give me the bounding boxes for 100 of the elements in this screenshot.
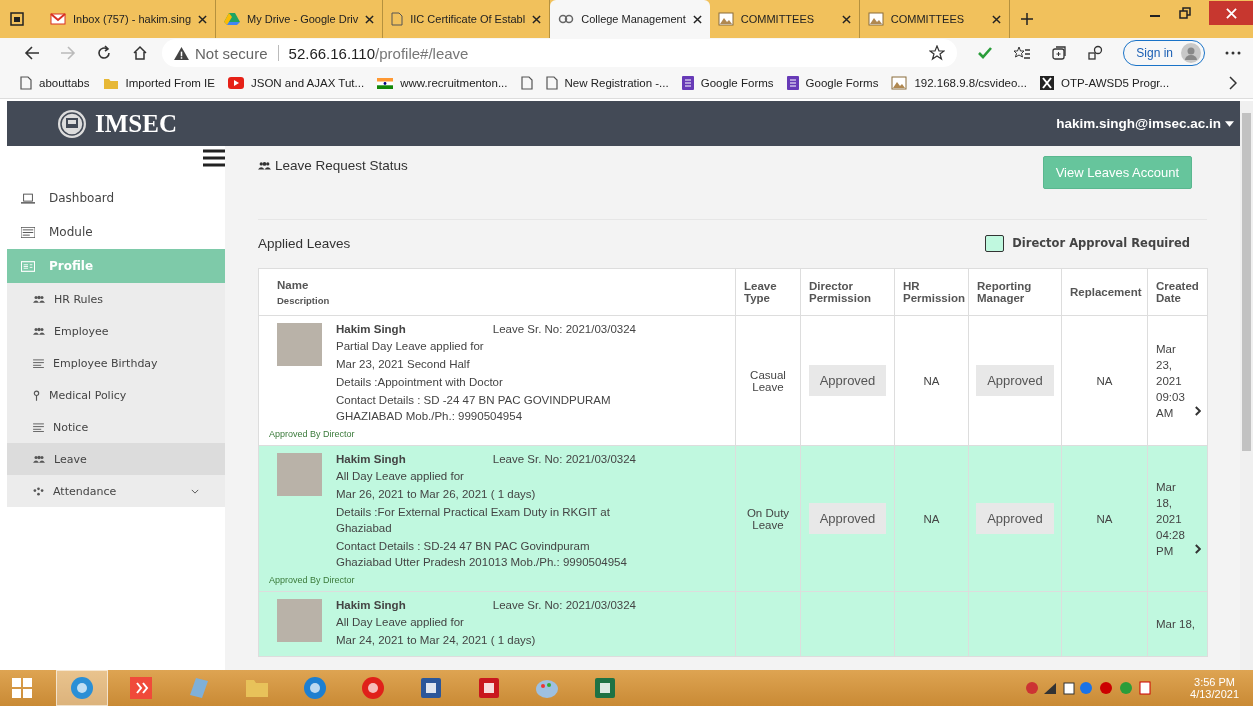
sidebar-item[interactable]: Dashboard <box>7 181 225 215</box>
taskbar-app[interactable] <box>56 670 108 706</box>
status-badge: Approved <box>808 365 887 396</box>
menu-icon[interactable] <box>203 149 225 167</box>
sidebar-subitem[interactable]: HR Rules <box>7 283 225 315</box>
bookmark-label: Imported From IE <box>125 77 215 89</box>
reload-icon[interactable] <box>96 45 112 61</box>
favorite-star-icon[interactable] <box>929 45 946 61</box>
page-icon <box>20 76 32 90</box>
leave-detail: Contact Details : SD -24 47 BN PAC GOVINDPURAM GHAZIABAD Mob./Ph.: 9990504954 <box>336 393 612 424</box>
window-menu-icon[interactable] <box>10 12 24 26</box>
app-icon <box>418 675 444 701</box>
bookmark-label: Google Forms <box>700 77 774 89</box>
restore-icon[interactable] <box>1179 7 1191 19</box>
security-label: Not secure <box>195 44 268 62</box>
crest-logo-icon <box>57 108 87 139</box>
back-icon[interactable] <box>24 45 40 61</box>
bookmark-label: 192.168.9.8/csvideo... <box>914 77 1027 89</box>
tab-title: College Management <box>581 13 686 25</box>
sidebar-item[interactable]: Module <box>7 215 225 249</box>
leave-type: Casual Leave <box>750 368 786 393</box>
bookmark[interactable]: Imported From IE <box>102 76 215 90</box>
bookmark[interactable]: New Registration -... <box>545 76 669 90</box>
id-card-icon <box>21 260 35 272</box>
bookmark-label: JSON and AJAX Tut... <box>251 77 365 89</box>
column-header: Reporting Manager <box>968 268 1062 316</box>
laptop-icon <box>21 192 35 204</box>
sidebar-subitem[interactable]: Leave <box>7 443 225 475</box>
sidebar-subitem[interactable]: Employee <box>7 315 225 347</box>
employee-name: Hakim Singh <box>336 453 406 465</box>
section-title: Applied Leaves <box>258 235 351 251</box>
close-window-button[interactable] <box>1209 1 1253 25</box>
list-icon <box>33 358 44 368</box>
collections-icon[interactable] <box>1051 45 1068 61</box>
folder-icon <box>102 76 119 90</box>
sidebar-subitem[interactable]: Notice <box>7 411 225 443</box>
sidebar-label: HR Rules <box>54 292 104 306</box>
sidebar-subitem[interactable]: Medical Policy <box>7 379 225 411</box>
leave-detail: Details :For External Practical Exam Duty in RKGIT at Ghaziabad <box>336 505 611 536</box>
created-date: Mar 23, 2021 09:03 AM <box>1156 341 1186 421</box>
close-icon[interactable] <box>841 14 851 24</box>
home-icon[interactable] <box>132 45 148 61</box>
bookmark[interactable]: Google Forms <box>786 76 879 90</box>
bookmark[interactable]: 192.168.9.8/csvideo... <box>891 76 1027 90</box>
close-icon[interactable] <box>198 14 207 24</box>
caret-icon <box>1225 120 1234 127</box>
close-icon[interactable] <box>365 14 375 24</box>
leave-detail: All Day Leave applied for <box>336 469 465 484</box>
windows-start-icon[interactable] <box>12 678 32 698</box>
bookmark[interactable]: www.recruitmenton... <box>377 77 508 89</box>
bookmark[interactable]: Google Forms <box>681 76 774 90</box>
bookmark-label: abouttabs <box>39 77 90 89</box>
leave-detail: Mar 26, 2021 to Mar 26, 2021 ( 1 days) <box>336 487 537 502</box>
checkmark-icon[interactable] <box>977 45 994 61</box>
sidebar-subitem[interactable]: Employee Birthday <box>7 347 225 379</box>
bookmark-label: New Registration -... <box>564 77 669 89</box>
photo-placeholder <box>277 599 322 642</box>
approval-note: Approved By Director <box>269 429 356 439</box>
app-icon <box>592 675 618 701</box>
photo-placeholder <box>277 323 322 366</box>
tab-title: Inbox (757) - hakim.sing <box>73 13 191 25</box>
chevron-right-icon[interactable] <box>1194 404 1201 417</box>
list-icon <box>33 422 44 432</box>
sidebar-label: Profile <box>49 259 94 273</box>
user-menu[interactable]: hakim.singh@imsec.ac.in <box>1056 116 1234 131</box>
bookmark[interactable]: OTP-AWSD5 Progr... <box>1039 76 1170 90</box>
form-icon <box>786 76 799 90</box>
url-text: 52.66.16.110/profile#/leave <box>288 44 469 62</box>
new-tab-icon[interactable] <box>1019 12 1034 26</box>
favorites-list-icon[interactable] <box>1013 45 1032 61</box>
hr-permission: NA <box>923 512 940 525</box>
play-icon <box>228 77 244 89</box>
app-icon <box>69 675 95 701</box>
sidebar-subitem[interactable]: Attendance <box>7 475 225 507</box>
bookmark[interactable] <box>520 76 533 90</box>
address-field[interactable]: Not secure 52.66.16.110/profile#/leave <box>162 39 958 67</box>
page-icon <box>391 12 404 26</box>
close-icon[interactable] <box>991 14 1001 24</box>
more-icon[interactable] <box>1225 51 1241 55</box>
avatar-icon <box>1181 43 1201 63</box>
bookmark[interactable]: JSON and AJAX Tut... <box>228 77 365 89</box>
extensions-icon[interactable] <box>1087 45 1104 61</box>
dots-icon <box>33 486 44 496</box>
image-icon <box>867 12 884 26</box>
tab-title: COMMITTEES <box>740 13 816 25</box>
status-badge: Approved <box>808 503 887 534</box>
chevron-right-icon[interactable] <box>1194 542 1201 555</box>
browser-tab[interactable]: College Management <box>550 0 710 38</box>
close-icon[interactable] <box>692 14 702 24</box>
leave-serial-number: Leave Sr. No: 2021/03/0324 <box>492 453 636 465</box>
scrollbar[interactable] <box>1240 101 1253 670</box>
photo-placeholder <box>277 453 322 496</box>
chevron-right-icon[interactable] <box>1229 76 1237 90</box>
leave-serial-number: Leave Sr. No: 2021/03/0324 <box>492 599 636 611</box>
page-icon <box>545 76 558 90</box>
clock-date: 4/13/2021 <box>1190 688 1239 700</box>
bookmark[interactable]: abouttabs <box>20 76 90 90</box>
users-icon <box>33 327 45 335</box>
close-icon[interactable] <box>532 14 542 24</box>
leave-detail: Details :Appointment with Doctor <box>336 375 504 390</box>
